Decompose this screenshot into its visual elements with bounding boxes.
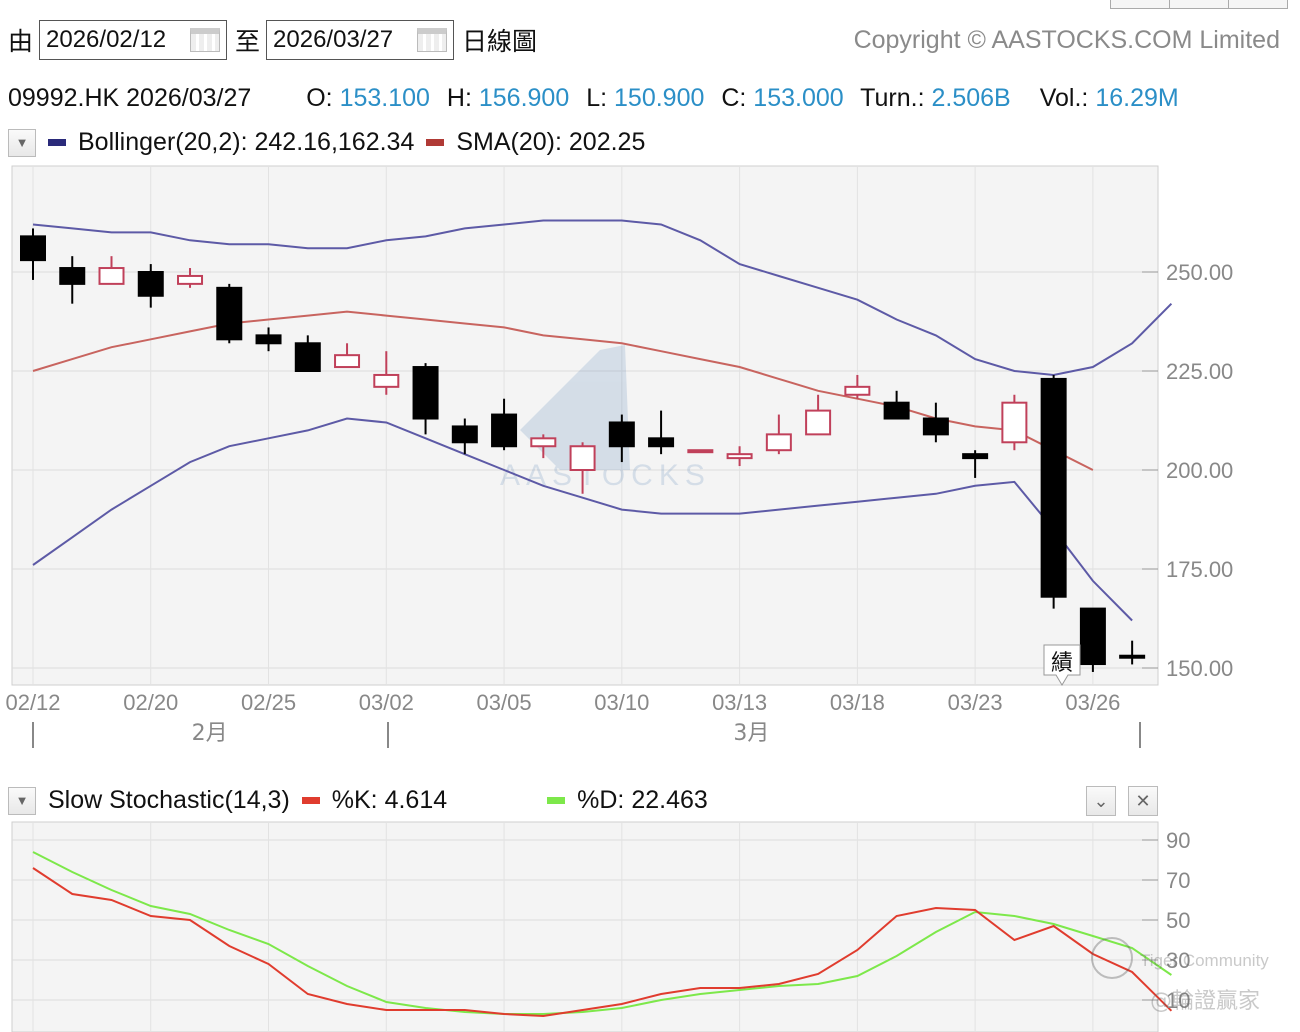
month-label: 2月 [192, 721, 228, 746]
candle-down [1040, 377, 1067, 598]
x-tick-label: 03/02 [359, 690, 414, 715]
x-tick-label: 03/10 [594, 690, 649, 715]
svg-text:績: 績 [1051, 651, 1073, 676]
candle-down [137, 271, 164, 297]
price-tick-label: 200.00 [1166, 458, 1233, 483]
price-tick-label: 250.00 [1166, 260, 1233, 285]
community-sub-text: @輪證贏家 [1150, 989, 1260, 1014]
candle-up [844, 385, 871, 396]
stoch-tick-label: 70 [1166, 868, 1190, 893]
candle-up [687, 449, 714, 454]
x-tick-label: 02/12 [5, 690, 60, 715]
candle-down [922, 417, 949, 436]
candle-down [883, 401, 910, 420]
candle-down [412, 366, 439, 420]
candle-down [294, 342, 321, 372]
price-tick-label: 150.00 [1166, 656, 1233, 681]
candle-up [373, 373, 400, 388]
candle-down [1079, 607, 1106, 666]
candle-down [451, 425, 478, 444]
x-tick-label: 03/23 [948, 690, 1003, 715]
candle-down [216, 286, 243, 341]
x-tick-label: 03/26 [1065, 690, 1120, 715]
community-text: Tiger Community [1140, 951, 1269, 970]
x-tick-label: 02/20 [123, 690, 178, 715]
stoch-tick-label: 50 [1166, 908, 1190, 933]
watermark-text: AASTOCKS [500, 459, 711, 492]
stoch-tick-label: 90 [1166, 828, 1190, 853]
candle-down [20, 235, 46, 262]
candle-down [491, 413, 518, 448]
x-tick-label: 03/05 [477, 690, 532, 715]
candle-down [962, 453, 989, 460]
candle-up [569, 445, 596, 471]
month-label: 3月 [733, 721, 769, 746]
candle-up [98, 267, 125, 285]
candle-up [177, 274, 204, 285]
candle-down [255, 334, 282, 345]
candle-down [608, 421, 635, 448]
candle-down [59, 267, 86, 285]
candle-up [530, 437, 557, 448]
price-tick-label: 175.00 [1166, 557, 1233, 582]
price-chart[interactable]: AASTOCKS 150.00175.00200.00225.00250.00 … [0, 0, 1300, 1032]
x-tick-label: 03/18 [830, 690, 885, 715]
candle-up [805, 409, 832, 436]
price-tick-label: 225.00 [1166, 359, 1233, 384]
x-tick-label: 02/25 [241, 690, 296, 715]
candle-up [726, 453, 753, 460]
candle-up [765, 433, 792, 452]
x-tick-label: 03/13 [712, 690, 767, 715]
candle-up [334, 354, 361, 369]
candle-down [1119, 654, 1146, 659]
candle-down [648, 437, 675, 448]
candle-up [1001, 401, 1028, 444]
